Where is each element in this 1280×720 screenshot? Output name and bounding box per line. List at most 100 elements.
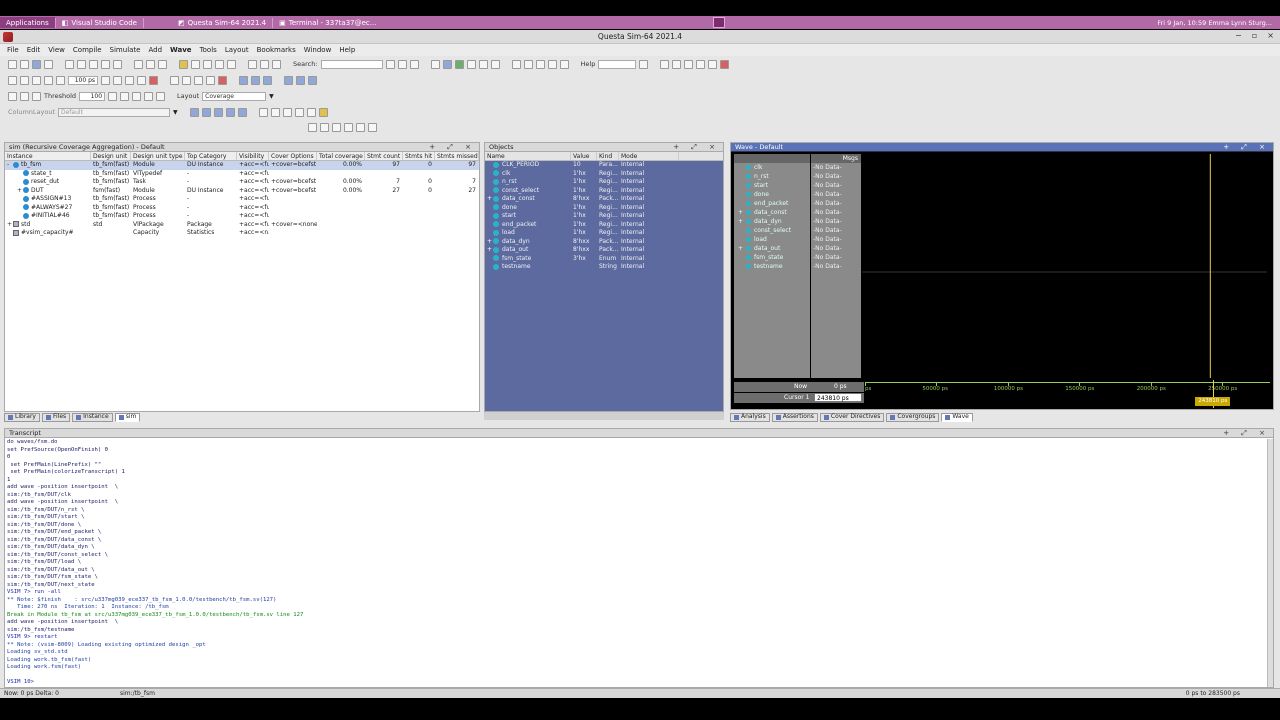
zoom-cursor-icon[interactable] <box>344 122 353 132</box>
measure-mode-icon[interactable] <box>306 107 316 117</box>
wave-signal-row[interactable]: end_packet <box>734 199 810 208</box>
search-next-icon[interactable] <box>409 59 419 69</box>
wave-tool-5-icon[interactable] <box>237 107 247 117</box>
edit-mode-icon[interactable] <box>294 107 304 117</box>
object-row[interactable]: const_select 1'hx Regi... Internal <box>485 187 723 196</box>
find-icon[interactable] <box>134 59 143 69</box>
chevron-down-icon[interactable]: ▼ <box>269 93 274 100</box>
search-options-icon[interactable] <box>385 59 395 69</box>
compile-all-icon[interactable] <box>191 59 200 69</box>
tool-c-icon[interactable] <box>684 59 694 69</box>
debug-1-icon[interactable] <box>511 59 521 69</box>
cursor-value[interactable]: 243810 ps <box>814 393 862 402</box>
cut-icon[interactable] <box>65 59 74 69</box>
wave-signal-row[interactable]: done <box>734 190 810 199</box>
menu-view[interactable]: View <box>45 46 68 54</box>
layout-6-icon[interactable] <box>490 59 500 69</box>
instance-row[interactable]: #vsim_capacity# Capacity Statistics +acc=<n… <box>5 229 479 238</box>
arrow-right-icon[interactable] <box>260 59 269 69</box>
object-row[interactable]: start 1'hx Regi... Internal <box>485 212 723 221</box>
tool-a-icon[interactable] <box>660 59 670 69</box>
zoom-out-icon[interactable] <box>320 122 329 132</box>
object-row[interactable]: end_packet 1'hx Regi... Internal <box>485 221 723 230</box>
tab-assertions[interactable]: Assertions <box>771 412 818 422</box>
coverage-3-icon[interactable] <box>32 91 41 101</box>
zoom-last-icon[interactable] <box>368 122 377 132</box>
help-search-icon[interactable] <box>639 59 649 69</box>
hierarchy-icon[interactable] <box>284 75 293 85</box>
wave-layout-icon[interactable] <box>442 59 452 69</box>
open-file-icon[interactable] <box>20 59 29 69</box>
threshold-input[interactable]: 100 <box>79 91 106 101</box>
stop-icon[interactable] <box>227 59 236 69</box>
hierarchy-3-icon[interactable] <box>308 75 317 85</box>
wave-signal-row[interactable]: clk <box>734 163 810 172</box>
menu-bookmarks[interactable]: Bookmarks <box>254 46 299 54</box>
up-arrow-3-icon[interactable] <box>263 75 272 85</box>
break-sim-icon[interactable] <box>137 75 146 85</box>
sim-restart-icon[interactable] <box>8 75 17 85</box>
stop-sim-icon[interactable] <box>149 75 158 85</box>
wave-signal-row[interactable]: const_select <box>734 226 810 235</box>
filter-y-icon[interactable] <box>156 91 166 101</box>
wave-signal-row[interactable]: load <box>734 235 810 244</box>
redo-icon[interactable] <box>113 59 122 69</box>
coverage-1-icon[interactable] <box>8 91 17 101</box>
wave-signal-row[interactable]: fsm_state <box>734 253 810 262</box>
debug-4-icon[interactable] <box>547 59 557 69</box>
objects-scrollbar[interactable] <box>484 412 724 420</box>
layout-5-icon[interactable] <box>478 59 488 69</box>
sim-forward-icon[interactable] <box>44 75 53 85</box>
object-row[interactable]: + data_const 8'hxx Pack... Internal <box>485 195 723 204</box>
sim-env-icon[interactable] <box>20 75 29 85</box>
expand-icon[interactable]: + <box>738 208 746 217</box>
expand-icon[interactable]: + <box>738 244 746 253</box>
instance-row[interactable]: + DUT fsm(fast) Module DU Instance +acc=<fu..… <box>5 187 479 196</box>
list-icon[interactable] <box>158 59 167 69</box>
pane-controls[interactable]: + ⤢ × <box>673 143 720 152</box>
tab-wave[interactable]: Wave <box>941 412 973 422</box>
col-name[interactable]: Name <box>485 152 571 160</box>
wave-pane-header[interactable]: Wave - Default + ⤢ × <box>731 143 1273 152</box>
up-arrow-icon[interactable] <box>239 75 248 85</box>
search-prev-icon[interactable] <box>397 59 407 69</box>
print-icon[interactable] <box>44 59 53 69</box>
instance-pane-header[interactable]: sim (Recursive Coverage Aggregation) - D… <box>5 143 479 152</box>
tab-sim[interactable]: sim <box>114 412 141 422</box>
break-icon[interactable] <box>215 59 224 69</box>
taskbar-applications[interactable]: Applications <box>0 17 55 28</box>
menu-layout[interactable]: Layout <box>222 46 252 54</box>
col-mode[interactable]: Mode <box>619 152 679 160</box>
up-arrow-2-icon[interactable] <box>251 75 260 85</box>
col-top-category[interactable]: Top Category <box>185 152 237 160</box>
tool-d-icon[interactable] <box>696 59 706 69</box>
col-total-coverage[interactable]: Total coverage <box>317 152 365 160</box>
end-sim-icon[interactable] <box>218 75 227 85</box>
step-over-icon[interactable] <box>182 75 191 85</box>
pane-controls[interactable]: + ⤢ × <box>1223 143 1270 152</box>
col-kind[interactable]: Kind <box>597 152 619 160</box>
menu-edit[interactable]: Edit <box>24 46 44 54</box>
wave-signal-row[interactable]: start <box>734 181 810 190</box>
tab-covergroups[interactable]: Covergroups <box>886 412 940 422</box>
debug-3-icon[interactable] <box>535 59 545 69</box>
menu-file[interactable]: File <box>4 46 22 54</box>
instance-row[interactable]: #INITIAL#46 tb_fsm(fast)Process - +acc=<fu.… <box>5 212 479 221</box>
step-out-icon[interactable] <box>194 75 203 85</box>
wave-tool-2-icon[interactable] <box>201 107 211 117</box>
instance-row[interactable]: state_t tb_fsm(fast)VlTypedef - +acc=<fu... <box>5 170 479 179</box>
instance-row[interactable]: - tb_fsm tb_fsm(fast) Module DU Instance +acc… <box>5 161 479 170</box>
sim-step-icon[interactable] <box>56 75 65 85</box>
menu-wave[interactable]: Wave <box>167 46 195 54</box>
workspace-icon[interactable] <box>713 17 725 28</box>
expand-icon[interactable]: + <box>17 187 23 196</box>
col-stmts-missed[interactable]: Stmts missed <box>435 152 479 160</box>
wave-timeline[interactable]: ps 50000 ps 100000 ps 150000 ps 200000 ps 250… <box>865 380 1270 408</box>
wave-signal-row[interactable]: + data_out <box>734 244 810 253</box>
taskbar-clock[interactable]: Fri 9 Jan, 10:59 Emma Lynn Sturg... <box>1157 19 1272 27</box>
objects-pane-header[interactable]: Objects + ⤢ × <box>485 143 723 152</box>
col-stmts-hit[interactable]: Stmts hit <box>403 152 435 160</box>
instance-row[interactable]: reset_dut tb_fsm(fast)Task - +acc=<fu...+co… <box>5 178 479 187</box>
wave-signal-row[interactable]: n_rst <box>734 172 810 181</box>
wave-tool-3-icon[interactable] <box>213 107 223 117</box>
